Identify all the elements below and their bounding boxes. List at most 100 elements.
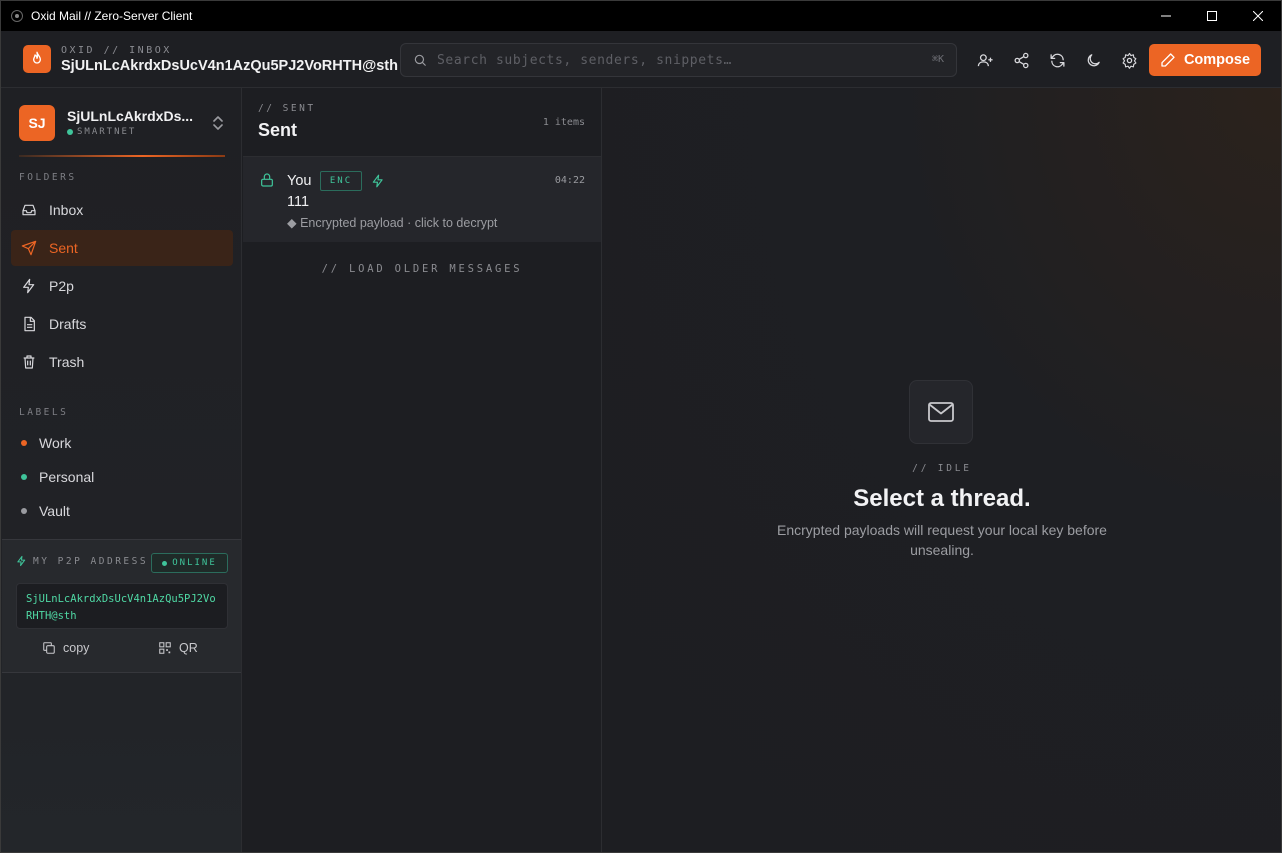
user-plus-icon — [977, 53, 993, 66]
qr-code-icon — [159, 642, 171, 654]
moon-icon — [1087, 53, 1100, 66]
p2p-address-value[interactable]: SjULnLcAkrdxDsUcV4n1AzQu5PJ2VoRHTH@sth — [16, 583, 228, 629]
status-badge: ONLINE — [151, 553, 228, 573]
qr-label: QR — [179, 641, 198, 655]
app-header: OXID // INBOX SjULnLcAkrdxDsUcV4n1AzQu5P… — [1, 31, 1281, 88]
minimize-button[interactable] — [1143, 1, 1189, 31]
trash-icon — [23, 355, 35, 369]
label-work[interactable]: Work — [21, 435, 71, 451]
label-dot — [21, 508, 27, 514]
inbox-icon — [22, 204, 36, 216]
share-icon — [1013, 52, 1029, 68]
message-snippet: ◆ Encrypted payload · click to decrypt — [287, 216, 498, 230]
label-name: Work — [39, 435, 72, 451]
load-older-button[interactable]: // LOAD OLDER MESSAGES — [242, 263, 602, 275]
compose-label: Compose — [1183, 52, 1251, 68]
label-dot — [21, 474, 27, 480]
refresh-icon — [1049, 53, 1065, 67]
chevron-up-down-icon — [213, 116, 223, 130]
pencil-icon — [1161, 53, 1175, 67]
theme-toggle-button[interactable] — [1083, 50, 1103, 70]
sidebar-item-label: Sent — [49, 240, 78, 256]
reading-pane: // IDLE Select a thread. Encrypted paylo… — [602, 88, 1281, 852]
close-button[interactable] — [1235, 1, 1281, 31]
status-dot — [67, 129, 73, 135]
account-switcher[interactable]: SJ SjULnLcAkrdxDs... SMARTNET — [19, 105, 225, 141]
page-title: Sent — [258, 120, 298, 140]
idle-tag: // IDLE — [912, 463, 972, 474]
search-bar[interactable]: ⌘K — [400, 43, 957, 77]
status-dot — [162, 560, 168, 566]
sidebar-item-label: Inbox — [49, 202, 84, 218]
share-button[interactable] — [1011, 50, 1031, 70]
window-title: Oxid Mail // Zero-Server Client — [31, 9, 193, 23]
app-icon — [11, 10, 23, 22]
sidebar-item-label: P2p — [49, 278, 74, 294]
brand-subtitle: OXID // INBOX — [61, 45, 172, 56]
account-network: SMARTNET — [67, 127, 136, 137]
labels-heading: LABELS — [19, 407, 69, 418]
label-name: Personal — [39, 469, 95, 485]
empty-state-description: Encrypted payloads will request your loc… — [777, 522, 1107, 558]
flame-icon — [33, 51, 41, 64]
title-bar: Oxid Mail // Zero-Server Client — [1, 1, 1281, 31]
maximize-button[interactable] — [1189, 1, 1235, 31]
account-divider — [19, 155, 225, 157]
gear-icon — [1122, 52, 1136, 69]
status-label: ONLINE — [172, 558, 217, 568]
bolt-icon — [23, 278, 35, 294]
bolt-icon — [372, 174, 383, 188]
maximize-icon — [1207, 11, 1217, 21]
avatar: SJ — [19, 105, 55, 141]
p2p-heading: MY P2P ADDRESS — [16, 555, 148, 567]
copy-label: copy — [63, 641, 90, 655]
p2p-title: MY P2P ADDRESS — [33, 555, 149, 567]
idle-illustration — [909, 380, 973, 444]
label-vault[interactable]: Vault — [21, 503, 70, 519]
message-subject: 111 — [287, 194, 310, 210]
label-dot — [21, 440, 27, 446]
sidebar-item-sent[interactable]: Sent — [11, 230, 233, 266]
list-item[interactable]: You ENC 04:22 111 ◆ Encrypted payload · … — [243, 156, 601, 242]
message-list-panel: // SENT Sent 1 items You ENC 04:22 111 ◆… — [242, 88, 602, 852]
sidebar-item-inbox[interactable]: Inbox — [11, 192, 233, 228]
label-name: Vault — [39, 503, 70, 519]
network-label: SMARTNET — [77, 127, 137, 137]
p2p-address-panel: MY P2P ADDRESS ONLINE SjULnLcAkrdxDsUcV4… — [2, 539, 241, 673]
app-window: Oxid Mail // Zero-Server Client OXID // … — [0, 0, 1282, 853]
bolt-icon — [17, 555, 26, 567]
send-icon — [21, 240, 37, 256]
qr-code-button[interactable]: QR — [158, 641, 198, 655]
brand-logo — [23, 45, 51, 73]
mail-icon — [928, 402, 954, 422]
encrypted-badge: ENC — [320, 171, 362, 191]
folders-heading: FOLDERS — [19, 172, 77, 183]
refresh-button[interactable] — [1047, 50, 1067, 70]
file-icon — [24, 316, 35, 332]
label-personal[interactable]: Personal — [21, 469, 94, 485]
sidebar-item-label: Drafts — [49, 316, 87, 332]
sidebar-item-trash[interactable]: Trash — [11, 344, 233, 380]
brand-address: SjULnLcAkrdxDsUcV4n1AzQu5PJ2VoRHTH@sth — [61, 58, 398, 74]
copy-icon — [43, 642, 55, 654]
sidebar-item-drafts[interactable]: Drafts — [11, 306, 233, 342]
sidebar-item-label: Trash — [49, 354, 85, 370]
search-icon — [414, 54, 426, 66]
minimize-icon — [1161, 15, 1171, 17]
account-name: SjULnLcAkrdxDs... — [67, 108, 194, 124]
close-icon — [1253, 11, 1263, 21]
lock-icon — [261, 173, 273, 187]
copy-address-button[interactable]: copy — [42, 641, 89, 655]
empty-state-title: Select a thread. — [853, 485, 1031, 512]
sidebar: SJ SjULnLcAkrdxDs... SMARTNET FOLDERS In… — [1, 88, 242, 852]
compose-button[interactable]: Compose — [1149, 44, 1261, 76]
settings-button[interactable] — [1119, 50, 1139, 70]
add-contact-button[interactable] — [975, 50, 995, 70]
message-sender: You — [287, 173, 312, 189]
search-shortcut: ⌘K — [931, 54, 944, 65]
message-time: 04:22 — [554, 175, 585, 186]
search-input[interactable] — [437, 50, 917, 70]
item-count: 1 items — [542, 117, 585, 128]
sidebar-item-p2p[interactable]: P2p — [11, 268, 233, 304]
list-breadcrumb: // SENT — [258, 103, 316, 114]
